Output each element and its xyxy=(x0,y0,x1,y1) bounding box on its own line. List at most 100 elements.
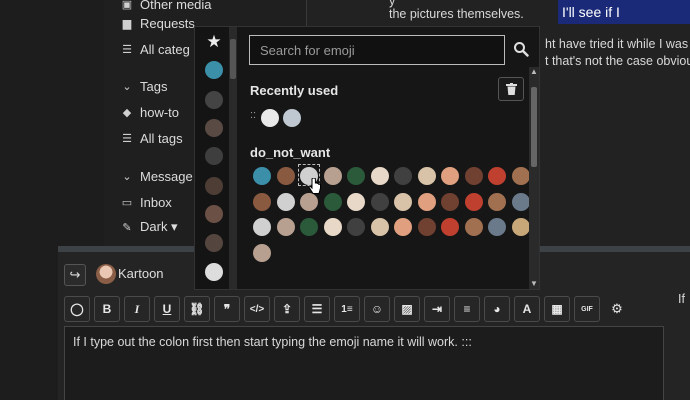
emoji-item[interactable] xyxy=(276,167,295,185)
sidebar-item-messages[interactable]: ⌄ Message xyxy=(120,166,192,186)
emoji-item[interactable] xyxy=(276,192,295,211)
emoji-item[interactable] xyxy=(323,192,342,211)
code-button[interactable]: </> xyxy=(244,296,270,322)
emoji-item[interactable] xyxy=(441,167,459,185)
emoji-item[interactable] xyxy=(511,218,530,236)
emoji-item[interactable] xyxy=(488,218,506,236)
emoji-image xyxy=(205,205,223,223)
emoji-item[interactable] xyxy=(370,192,389,211)
editor-toolbar: ◯ B I U ⛓ ❞ </> ⇪ ☰ 1≡ ☺ ▨ ⇥ ≡ ◕ A ▦ GIF… xyxy=(64,294,664,324)
italic-button[interactable]: I xyxy=(124,296,150,322)
post-text-line: ht have tried it while I was xyxy=(545,37,689,51)
search-icon[interactable] xyxy=(513,41,529,57)
category-custom-7[interactable] xyxy=(203,232,225,254)
category-custom-1[interactable] xyxy=(203,59,225,81)
category-custom-5[interactable] xyxy=(203,175,225,197)
sidebar-item-all-tags[interactable]: ☰ All tags xyxy=(120,128,183,148)
emoji-item[interactable] xyxy=(276,218,295,236)
emoji-item[interactable] xyxy=(417,167,436,185)
link-button[interactable]: ⛓ xyxy=(184,296,210,322)
emoji-item[interactable] xyxy=(464,167,483,185)
sidebar-item-tags[interactable]: ⌄ Tags xyxy=(120,76,167,96)
scrollbar-thumb[interactable] xyxy=(531,87,537,167)
emoji-item[interactable] xyxy=(488,167,506,185)
emoji-item[interactable] xyxy=(511,167,530,185)
bold-button[interactable]: B xyxy=(94,296,120,322)
category-custom-8[interactable] xyxy=(203,261,225,283)
image-button[interactable]: ▨ xyxy=(394,296,420,322)
underline-button[interactable]: U xyxy=(154,296,180,322)
indent-icon: ⇥ xyxy=(431,302,443,316)
tag-icon: ◆ xyxy=(122,106,132,119)
category-scrollbar[interactable] xyxy=(229,27,237,289)
emoji-item[interactable] xyxy=(370,167,389,185)
reply-arrow-icon: ↪ xyxy=(69,267,81,282)
emoji-item[interactable] xyxy=(417,218,436,236)
emoji-item[interactable] xyxy=(488,192,506,211)
link-icon: ⛓ xyxy=(189,302,205,316)
numbered-list-button[interactable]: 1≡ xyxy=(334,296,360,322)
indent-button[interactable]: ⇥ xyxy=(424,296,450,322)
clear-recent-button[interactable] xyxy=(498,77,524,101)
preview-text: If xyxy=(678,292,685,306)
emoji-item[interactable] xyxy=(394,218,412,236)
category-favorites[interactable]: ★ xyxy=(203,31,225,53)
emoji-item[interactable] xyxy=(253,167,271,185)
emoji-item[interactable] xyxy=(441,218,459,236)
gif-button[interactable]: GIF xyxy=(574,296,600,322)
color-button[interactable]: ◕ xyxy=(484,296,510,322)
emoji-item[interactable] xyxy=(464,192,483,211)
scroll-down-arrow-icon[interactable]: ▼ xyxy=(529,279,539,289)
emoji-scrollbar[interactable]: ▲ ▼ xyxy=(529,67,539,289)
date-button[interactable]: ▦ xyxy=(544,296,570,322)
recent-emoji[interactable] xyxy=(261,109,279,127)
brush-icon: ✎ xyxy=(122,221,132,234)
upload-button[interactable]: ⇪ xyxy=(274,296,300,322)
sidebar-item-other-media[interactable]: ▣ Other media xyxy=(120,0,212,14)
scrollbar-thumb[interactable] xyxy=(230,39,236,79)
quote-bubble-button[interactable]: ◯ xyxy=(64,296,90,322)
sidebar-item-inbox[interactable]: ▭ Inbox xyxy=(120,192,172,212)
category-custom-2[interactable] xyxy=(203,89,225,111)
reply-to-button[interactable]: ↪ xyxy=(64,264,86,286)
sidebar-item-requests[interactable]: ▆ Requests xyxy=(120,13,195,33)
emoji-button[interactable]: ☺ xyxy=(364,296,390,322)
sidebar-item-dark-theme[interactable]: ✎ Dark ▾ xyxy=(120,217,177,237)
emoji-item[interactable] xyxy=(253,192,271,211)
font-button[interactable]: A xyxy=(514,296,540,322)
numbered-list-icon: 1≡ xyxy=(341,303,353,315)
sidebar-item-how-to[interactable]: ◆ how-to xyxy=(120,102,179,122)
bullet-list-button[interactable]: ☰ xyxy=(304,296,330,322)
recently-used-title: Recently used xyxy=(250,83,339,98)
align-center-button[interactable]: ≡ xyxy=(454,296,480,322)
quote-button[interactable]: ❞ xyxy=(214,296,240,322)
emoji-item[interactable] xyxy=(417,192,436,211)
emoji-item[interactable] xyxy=(323,218,342,236)
recent-emoji[interactable] xyxy=(283,109,301,127)
emoji-item[interactable] xyxy=(511,192,530,211)
emoji-item[interactable] xyxy=(394,192,412,211)
emoji-item[interactable] xyxy=(323,167,342,185)
sidebar-item-all-categories[interactable]: ☰ All categ xyxy=(120,39,190,59)
emoji-item[interactable] xyxy=(347,167,365,185)
settings-button[interactable]: ⚙ xyxy=(604,296,630,322)
category-custom-3[interactable] xyxy=(203,117,225,139)
emoji-item[interactable] xyxy=(253,243,271,262)
emoji-item[interactable] xyxy=(253,218,271,236)
post-editor[interactable]: If I type out the colon first then start… xyxy=(64,326,664,400)
scroll-up-arrow-icon[interactable]: ▲ xyxy=(529,67,539,77)
emoji-image xyxy=(205,147,223,165)
emoji-item[interactable] xyxy=(347,192,365,211)
emoji-item[interactable] xyxy=(441,192,459,211)
category-custom-4[interactable] xyxy=(203,145,225,167)
emoji-item[interactable] xyxy=(347,218,365,236)
emoji-search-input[interactable] xyxy=(249,35,505,65)
emoji-item[interactable] xyxy=(464,218,483,236)
emoji-item[interactable] xyxy=(394,167,412,185)
emoji-item[interactable] xyxy=(300,218,318,236)
category-custom-6[interactable] xyxy=(203,203,225,225)
palette-icon: ◕ xyxy=(493,302,501,316)
font-icon: A xyxy=(522,302,532,316)
recent-separator: :: xyxy=(250,109,257,121)
emoji-item[interactable] xyxy=(370,218,389,236)
